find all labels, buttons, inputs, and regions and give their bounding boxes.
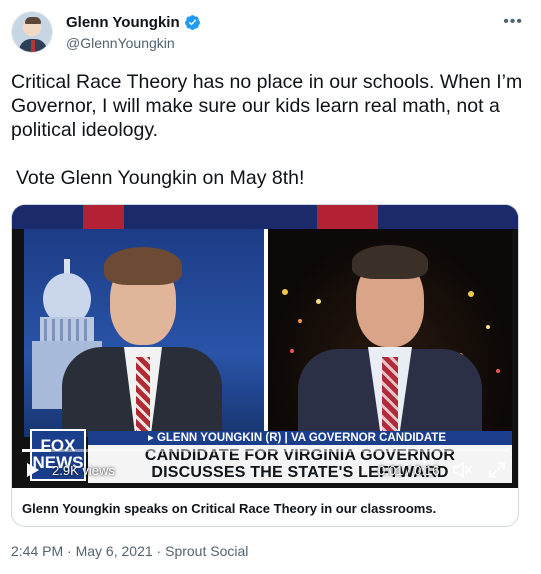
time-total: 0:16 xyxy=(414,463,440,478)
video-progress-fill xyxy=(22,449,52,452)
tweet: Glenn Youngkin @GlennYoungkin ••• Critic… xyxy=(0,0,541,574)
view-count: 2.9K views xyxy=(52,463,115,478)
video-progress-bar[interactable] xyxy=(22,449,510,452)
avatar[interactable] xyxy=(11,11,53,53)
time-separator: / xyxy=(403,463,415,478)
tweet-source[interactable]: Sprout Social xyxy=(165,543,248,559)
tweet-text-paragraph: Critical Race Theory has no place in our… xyxy=(11,71,523,141)
play-icon[interactable] xyxy=(26,462,40,478)
author-name-line[interactable]: Glenn Youngkin xyxy=(66,14,201,31)
media-card[interactable]: FOX NEWS ▸ GLENN YOUNGKIN (R) | VA GOVER… xyxy=(11,204,519,527)
tweet-date[interactable]: May 6, 2021 xyxy=(76,543,153,559)
more-icon[interactable]: ••• xyxy=(503,14,523,30)
tweet-text-paragraph: Vote Glenn Youngkin on May 8th! xyxy=(16,167,305,189)
fullscreen-icon[interactable] xyxy=(488,461,506,479)
tweet-text: Critical Race Theory has no place in our… xyxy=(11,70,526,190)
author-handle[interactable]: @GlennYoungkin xyxy=(66,35,175,51)
headline-line: DISCUSSES THE STATE'S LEFTWARD xyxy=(151,464,449,481)
video-background-strip xyxy=(12,205,518,229)
time-current: 0:01 xyxy=(378,463,404,478)
video-right-panel xyxy=(268,229,512,437)
media-card-title[interactable]: Glenn Youngkin speaks on Critical Race T… xyxy=(22,501,436,516)
meta-separator: · xyxy=(152,543,166,559)
mute-icon[interactable] xyxy=(452,461,472,479)
verified-badge-icon xyxy=(184,15,200,30)
video-player[interactable]: FOX NEWS ▸ GLENN YOUNGKIN (R) | VA GOVER… xyxy=(12,205,518,488)
lower-third-name: ▸ GLENN YOUNGKIN (R) | VA GOVERNOR CANDI… xyxy=(88,431,512,445)
video-left-panel xyxy=(24,229,264,437)
tweet-metadata: 2:44 PM · May 6, 2021 · Sprout Social xyxy=(11,543,248,559)
meta-separator: · xyxy=(63,543,76,559)
tweet-time[interactable]: 2:44 PM xyxy=(11,543,63,559)
author-display-name[interactable]: Glenn Youngkin xyxy=(66,14,180,31)
time-readout: 0:01 / 0:16 xyxy=(378,463,439,478)
